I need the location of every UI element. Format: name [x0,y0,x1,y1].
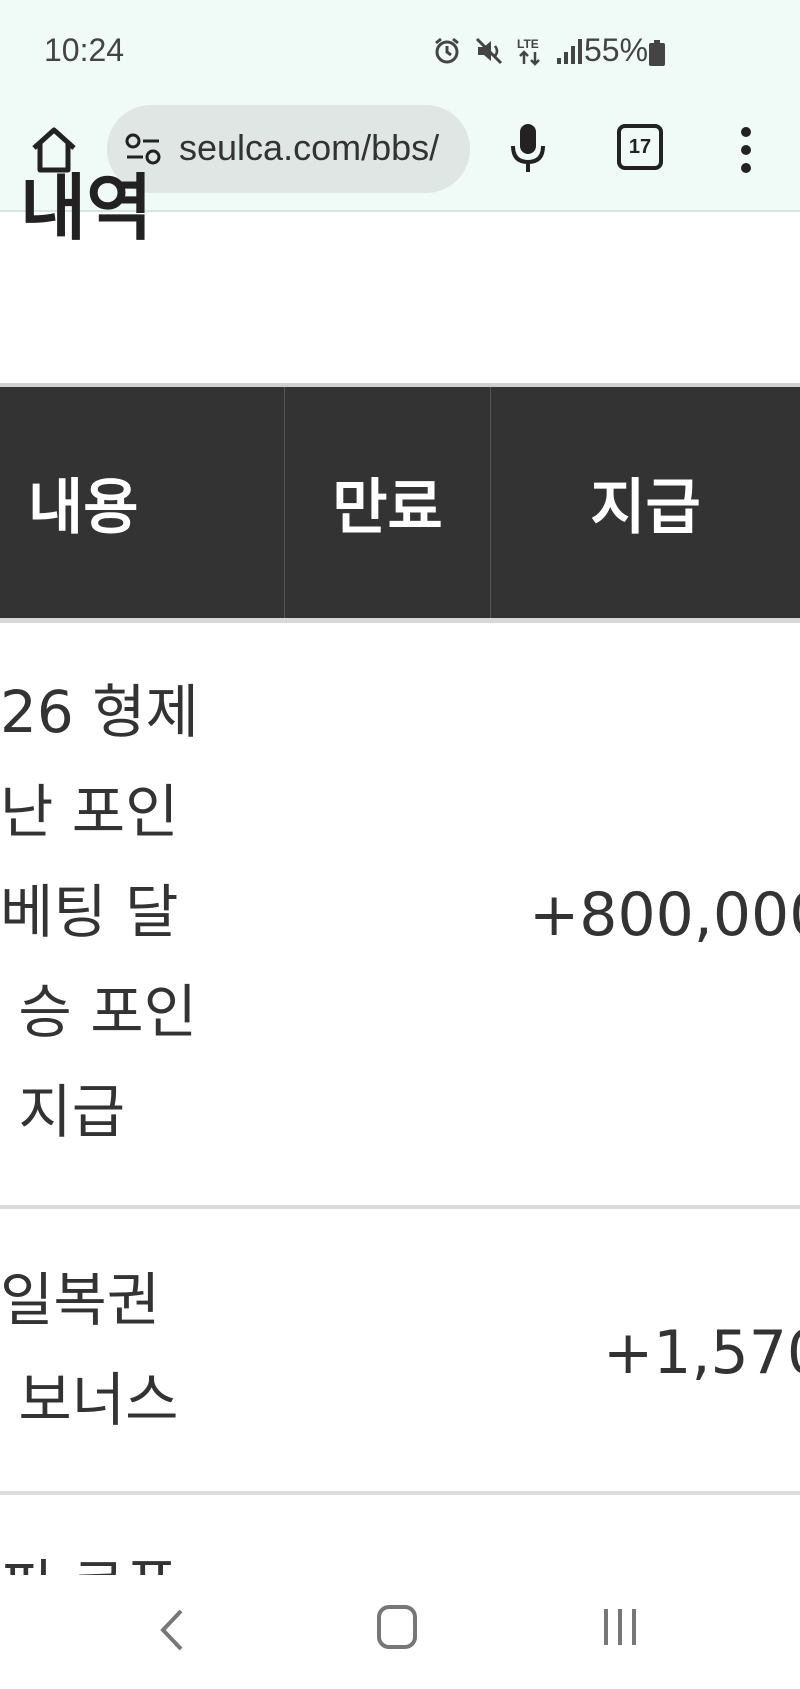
url-text[interactable]: seulca.com/bbs/ [179,127,439,169]
row-content-line: 난 포인 [0,778,179,846]
svg-text:LTE: LTE [517,37,539,51]
row-amount: +800,000 [529,880,800,950]
table-header: 내용 만료 지급 [0,387,800,618]
row-divider [0,1205,800,1209]
header-pay: 지급 [490,387,800,618]
mute-icon [475,37,503,65]
header-divider [0,618,800,623]
alarm-icon [435,37,459,64]
page-title: 내역 [20,166,153,250]
row-amount: +1,570 [603,1318,800,1388]
row-content-line: 베팅 달 [0,878,179,946]
back-icon[interactable] [155,1605,189,1655]
row-content-line: 26 형제 [0,678,199,746]
more-vert-icon[interactable] [730,124,762,176]
status-icons: LTE [432,36,582,66]
battery-icon [649,40,665,66]
status-time: 10:24 [44,32,125,68]
signal-icon [557,39,582,64]
row-content-line: 일복권 [0,1266,161,1334]
site-settings-icon[interactable] [125,133,161,165]
tabs-icon[interactable]: 17 [617,124,663,170]
status-bar: 10:24 LTE 55% [0,0,800,100]
address-bar[interactable]: seulca.com/bbs/ [107,105,470,193]
header-content: 내용 [28,473,139,543]
tab-count: 17 [628,135,652,158]
recents-icon[interactable] [600,1605,640,1649]
home-nav-icon[interactable] [377,1605,417,1649]
battery-percent: 55% [584,32,649,68]
row-content-line: 보너스 [0,1366,179,1434]
lte-icon: LTE [517,37,540,66]
header-expire: 만료 [284,387,490,618]
mic-icon[interactable] [508,120,548,176]
system-nav-bar [0,1575,800,1689]
row-content-line: 지급 [0,1078,126,1146]
row-divider [0,1491,800,1495]
row-content-line: 승 포인 [0,978,197,1046]
